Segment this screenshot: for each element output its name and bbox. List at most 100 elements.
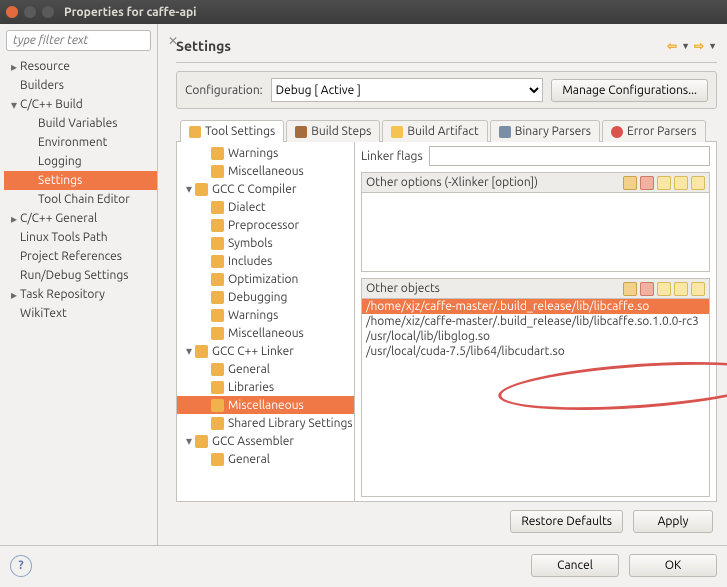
tree-item[interactable]: WikiText: [4, 304, 157, 323]
tree-item[interactable]: Logging: [4, 152, 157, 171]
restore-defaults-button[interactable]: Restore Defaults: [510, 510, 623, 533]
add-object-icon[interactable]: [623, 282, 637, 296]
tab-build-steps[interactable]: Build Steps: [286, 120, 380, 142]
tool-icon: [211, 309, 224, 322]
edit-option-icon[interactable]: [657, 176, 671, 190]
remove-option-icon[interactable]: [640, 176, 654, 190]
tool-icon: [211, 147, 224, 160]
move-up-option-icon[interactable]: [674, 176, 688, 190]
tree-item[interactable]: Tool Chain Editor: [4, 190, 157, 209]
tabs: Tool SettingsBuild StepsBuild ArtifactBi…: [176, 119, 717, 142]
tree-item[interactable]: Run/Debug Settings: [4, 266, 157, 285]
tool-tree-item[interactable]: ▾GCC C++ Linker: [177, 342, 354, 360]
tree-item[interactable]: Project References: [4, 247, 157, 266]
tool-tree-item[interactable]: Miscellaneous: [177, 162, 354, 180]
tool-tree-item[interactable]: Warnings: [177, 144, 354, 162]
tool-icon: [211, 237, 224, 250]
tool-icon: [211, 273, 224, 286]
tab-binary-parsers[interactable]: Binary Parsers: [490, 120, 600, 142]
nav-back-icon[interactable]: ⇦: [667, 39, 677, 53]
window-minimize-icon[interactable]: [24, 6, 36, 18]
tool-icon: [211, 201, 224, 214]
nav-forward-icon[interactable]: ⇨: [694, 39, 704, 53]
other-options-list[interactable]: [362, 193, 709, 271]
other-options-label: Other options (-Xlinker [option]): [366, 176, 620, 189]
tree-item[interactable]: ▾C/C++ Build: [4, 95, 157, 114]
tree-item[interactable]: Settings: [4, 171, 157, 190]
tool-tree-item[interactable]: Optimization: [177, 270, 354, 288]
object-row[interactable]: /home/xjz/caffe-master/.build_release/li…: [362, 299, 709, 314]
tool-icon: [211, 399, 224, 412]
nav-back-menu-icon[interactable]: ▼: [681, 41, 690, 51]
tab-icon: [611, 126, 623, 138]
tool-icon: [195, 345, 208, 358]
tool-icon: [211, 363, 224, 376]
category-tree[interactable]: ▸ResourceBuilders▾C/C++ BuildBuild Varia…: [4, 57, 157, 539]
page-title: Settings: [176, 38, 667, 54]
window-maximize-icon[interactable]: [42, 6, 54, 18]
tool-tree-item[interactable]: General: [177, 360, 354, 378]
configuration-label: Configuration:: [185, 84, 263, 97]
tool-tree-item[interactable]: Miscellaneous: [177, 324, 354, 342]
tool-tree-item[interactable]: Debugging: [177, 288, 354, 306]
tool-tree-item[interactable]: Includes: [177, 252, 354, 270]
linker-flags-input[interactable]: [429, 146, 710, 166]
tree-item[interactable]: ▸Task Repository: [4, 285, 157, 304]
tool-icon: [211, 417, 224, 430]
tool-icon: [211, 219, 224, 232]
tree-item[interactable]: Builders: [4, 76, 157, 95]
tree-item[interactable]: Environment: [4, 133, 157, 152]
move-up-object-icon[interactable]: [674, 282, 688, 296]
apply-button[interactable]: Apply: [633, 510, 713, 533]
object-row[interactable]: /home/xiz/caffe-master/.build_release/li…: [362, 314, 709, 329]
object-row[interactable]: /usr/local/cuda-7.5/lib64/libcudart.so: [362, 344, 709, 359]
tool-icon: [195, 183, 208, 196]
tool-tree-item[interactable]: Libraries: [177, 378, 354, 396]
tool-tree-item[interactable]: Miscellaneous: [177, 396, 354, 414]
tab-build-artifact[interactable]: Build Artifact: [382, 120, 487, 142]
nav-forward-menu-icon[interactable]: ▼: [708, 41, 717, 51]
tab-error-parsers[interactable]: Error Parsers: [602, 120, 706, 142]
move-down-option-icon[interactable]: [691, 176, 705, 190]
move-down-object-icon[interactable]: [691, 282, 705, 296]
tool-icon: [211, 453, 224, 466]
dialog-footer: ? Cancel OK: [0, 545, 727, 587]
tool-icon: [211, 291, 224, 304]
configuration-row: Configuration: Debug [ Active ] Manage C…: [176, 71, 717, 109]
tab-tool-settings[interactable]: Tool Settings: [180, 120, 284, 142]
tool-icon: [211, 327, 224, 340]
add-option-icon[interactable]: [623, 176, 637, 190]
tool-tree-item[interactable]: ▾GCC C Compiler: [177, 180, 354, 198]
remove-object-icon[interactable]: [640, 282, 654, 296]
tool-tree-item[interactable]: Symbols: [177, 234, 354, 252]
titlebar: Properties for caffe-api: [0, 0, 727, 24]
other-objects-list[interactable]: /home/xjz/caffe-master/.build_release/li…: [362, 299, 709, 496]
edit-object-icon[interactable]: [657, 282, 671, 296]
tool-tree-item[interactable]: Warnings: [177, 306, 354, 324]
tool-settings-tree[interactable]: WarningsMiscellaneous▾GCC C CompilerDial…: [177, 142, 355, 501]
right-pane: Settings ⇦ ▼ ⇨ ▼ Configuration: Debug [ Ac…: [158, 24, 727, 545]
tool-tree-item[interactable]: Preprocessor: [177, 216, 354, 234]
other-objects-label: Other objects: [366, 282, 620, 295]
configuration-select[interactable]: Debug [ Active ]: [271, 78, 544, 102]
help-icon[interactable]: ?: [10, 555, 32, 577]
filter-input[interactable]: [11, 33, 166, 48]
tool-icon: [211, 255, 224, 268]
cancel-button[interactable]: Cancel: [531, 554, 619, 577]
filter-input-wrap[interactable]: ✕: [6, 30, 151, 51]
tool-tree-item[interactable]: General: [177, 450, 354, 468]
tree-item[interactable]: ▸Resource: [4, 57, 157, 76]
tool-tree-item[interactable]: Shared Library Settings: [177, 414, 354, 432]
tree-item[interactable]: ▸C/C++ General: [4, 209, 157, 228]
tool-tree-item[interactable]: Dialect: [177, 198, 354, 216]
ok-button[interactable]: OK: [629, 554, 717, 577]
left-pane: ✕ ▸ResourceBuilders▾C/C++ BuildBuild Var…: [0, 24, 158, 545]
tool-tree-item[interactable]: ▾GCC Assembler: [177, 432, 354, 450]
tree-item[interactable]: Build Variables: [4, 114, 157, 133]
window-close-icon[interactable]: [6, 6, 18, 18]
tree-item[interactable]: Linux Tools Path: [4, 228, 157, 247]
manage-configurations-button[interactable]: Manage Configurations...: [551, 79, 708, 102]
tool-icon: [195, 435, 208, 448]
object-row[interactable]: /usr/local/lib/libglog.so: [362, 329, 709, 344]
tab-icon: [391, 126, 403, 138]
